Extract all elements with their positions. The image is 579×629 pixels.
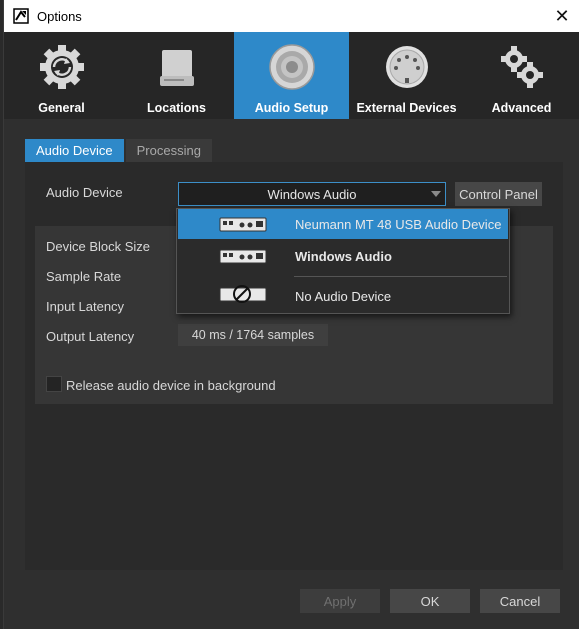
gears-icon [500, 46, 543, 88]
cancel-button[interactable]: Cancel [480, 589, 560, 613]
audio-device-selected: Windows Audio [267, 186, 357, 202]
dropdown-separator [294, 276, 507, 277]
window-title: Options [37, 8, 82, 24]
audio-device-label: Audio Device [46, 185, 123, 200]
ok-button[interactable]: OK [390, 589, 470, 613]
apply-button[interactable]: Apply [300, 589, 380, 613]
midi-port-icon [385, 46, 428, 88]
device-option-windows-audio[interactable]: Windows Audio [178, 241, 508, 271]
audio-interface-icon [219, 217, 267, 232]
audio-interface-icon [219, 249, 267, 264]
options-window: Options ✕ General Locations Audio Setup … [3, 0, 579, 629]
device-option-no-audio-label: No Audio Device [295, 288, 392, 304]
speaker-icon [268, 44, 315, 90]
tool-external-devices-label: External Devices [356, 101, 457, 115]
tab-processing[interactable]: Processing [125, 139, 212, 162]
close-icon[interactable]: ✕ [550, 4, 574, 28]
tool-advanced[interactable]: Advanced [464, 32, 579, 119]
output-latency-label: Output Latency [46, 329, 135, 344]
chevron-down-icon [431, 191, 441, 197]
audio-device-select[interactable]: Windows Audio [178, 182, 446, 206]
tool-general[interactable]: General [4, 32, 119, 119]
audio-device-dropdown-list: Neumann MT 48 USB Audio Device Windows A… [176, 208, 510, 314]
tool-advanced-label: Advanced [491, 101, 552, 115]
device-block-size-label: Device Block Size [46, 239, 151, 254]
tool-audio-setup[interactable]: Audio Setup [234, 32, 349, 119]
tool-general-label: General [38, 101, 85, 115]
tool-audio-setup-label: Audio Setup [254, 101, 329, 115]
tool-locations-label: Locations [146, 101, 207, 115]
tab-bar: Audio Device Processing [25, 139, 212, 162]
device-option-neumann-label: Neumann MT 48 USB Audio Device [295, 216, 502, 232]
release-device-label: Release audio device in background [66, 378, 276, 393]
category-toolbar: General Locations Audio Setup External D… [4, 32, 579, 119]
control-panel-button[interactable]: Control Panel [455, 182, 542, 206]
device-option-neumann[interactable]: Neumann MT 48 USB Audio Device [178, 209, 508, 239]
device-option-no-audio[interactable]: No Audio Device [178, 281, 508, 311]
tool-locations[interactable]: Locations [119, 32, 234, 119]
device-option-windows-audio-label: Windows Audio [295, 248, 392, 264]
gear-refresh-icon [39, 45, 84, 89]
no-device-icon [219, 285, 267, 303]
output-latency-value: 40 ms / 1764 samples [178, 324, 328, 346]
app-icon [13, 8, 29, 24]
drive-icon [159, 50, 194, 86]
release-device-checkbox[interactable] [46, 376, 62, 392]
sample-rate-label: Sample Rate [46, 269, 122, 284]
title-bar: Options ✕ [4, 0, 579, 32]
input-latency-label: Input Latency [46, 299, 125, 314]
tab-audio-device[interactable]: Audio Device [25, 139, 124, 162]
tool-external-devices[interactable]: External Devices [349, 32, 464, 119]
